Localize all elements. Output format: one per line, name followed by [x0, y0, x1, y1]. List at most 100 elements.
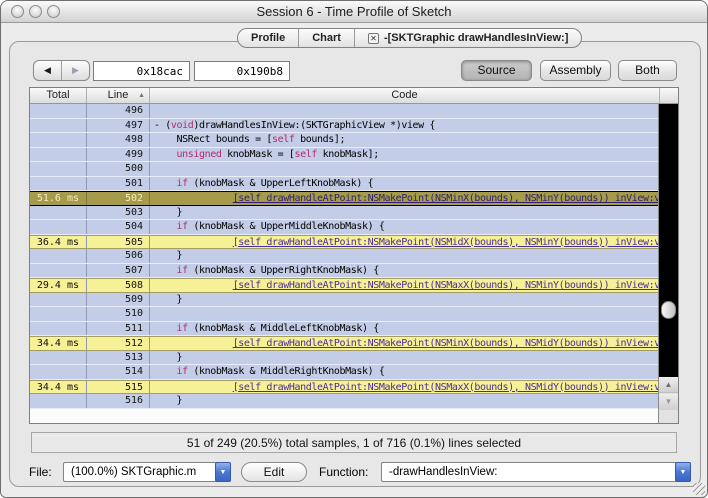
tab-browser-active[interactable]: ✕ -[SKTGraphic drawHandlesInView:] [355, 29, 581, 47]
address-field-2[interactable] [194, 61, 290, 81]
table-row[interactable]: 501 if (knobMask & UpperLeftKnobMask) { [30, 177, 660, 192]
cell-line-number: 496 [87, 104, 150, 118]
cell-total-time [30, 351, 87, 365]
function-popup-value: -drawHandlesInView: [389, 466, 497, 478]
table-row[interactable]: 513 } [30, 351, 660, 366]
cell-total-time [30, 307, 87, 321]
code-keyword: if [176, 323, 187, 334]
forward-arrow-icon: ▶ [72, 65, 79, 75]
cell-line-number: 515 [87, 381, 150, 394]
cell-line-number: 516 [87, 394, 150, 408]
table-row[interactable]: 510 [30, 307, 660, 322]
code-keyword: unsigned [176, 149, 221, 160]
table-row[interactable]: 496 [30, 104, 660, 119]
cell-code: unsigned knobMask = [self knobMask]; [150, 148, 660, 162]
tab-browser-label: -[SKTGraphic drawHandlesInView:] [384, 29, 568, 47]
popup-arrow-icon: ▼ [675, 462, 691, 482]
code-keyword: self [272, 134, 294, 145]
back-button[interactable]: ◀ [34, 61, 62, 80]
tab-close-icon[interactable]: ✕ [368, 33, 379, 44]
code-text: bounds]; [295, 134, 346, 145]
code-text [154, 280, 233, 291]
tab-profile[interactable]: Profile [238, 29, 299, 47]
table-row[interactable]: 500 [30, 162, 660, 177]
table-row[interactable]: 498 NSRect bounds = [self bounds]; [30, 133, 660, 148]
column-header-total[interactable]: Total [30, 88, 87, 103]
cell-code: } [150, 206, 660, 220]
cell-code: if (knobMask & UpperRightKnobMask) { [150, 264, 660, 278]
table-row[interactable]: 506 } [30, 249, 660, 264]
table-row[interactable]: 511 if (knobMask & MiddleLeftKnobMask) { [30, 322, 660, 337]
profile-table: Total Line ▲ Code 496497- (void)drawHand… [29, 87, 679, 424]
code-text: } [154, 250, 182, 261]
code-link[interactable]: [self drawHandleAtPoint:NSMakePoint(NSMi… [233, 193, 660, 204]
edit-button[interactable]: Edit [241, 462, 307, 482]
table-row[interactable]: 507 if (knobMask & UpperRightKnobMask) { [30, 264, 660, 279]
scrollbar-thumb[interactable] [661, 301, 676, 319]
cell-code: NSRect bounds = [self bounds]; [150, 133, 660, 147]
function-popup[interactable]: -drawHandlesInView: ▼ [381, 462, 691, 482]
table-row[interactable]: 51.6 ms502 [self drawHandleAtPoint:NSMak… [30, 191, 660, 206]
table-row[interactable]: 503 } [30, 206, 660, 221]
cell-total-time [30, 322, 87, 336]
cell-line-number: 502 [87, 192, 150, 205]
both-button[interactable]: Both [618, 60, 677, 81]
code-link[interactable]: [self drawHandleAtPoint:NSMakePoint(NSMa… [233, 280, 660, 291]
code-text: )drawHandlesInView:(SKTGraphicView *)vie… [193, 120, 435, 131]
cell-total-time [30, 249, 87, 263]
status-bar: 51 of 249 (20.5%) total samples, 1 of 71… [31, 432, 677, 453]
table-row[interactable]: 499 unsigned knobMask = [self knobMask]; [30, 148, 660, 163]
file-popup[interactable]: (100.0%) SKTGraphic.m ▼ [63, 462, 231, 482]
code-text [154, 178, 176, 189]
cell-total-time [30, 162, 87, 176]
table-row[interactable]: 36.4 ms505 [self drawHandleAtPoint:NSMak… [30, 235, 660, 250]
scroll-up-button[interactable]: ▲ [659, 377, 678, 393]
column-header-code[interactable]: Code [150, 88, 660, 103]
code-text [154, 382, 233, 393]
address-field-1[interactable] [93, 61, 190, 81]
cell-line-number: 510 [87, 307, 150, 321]
code-link[interactable]: [self drawHandleAtPoint:NSMakePoint(NSMi… [233, 338, 660, 349]
table-row[interactable]: 504 if (knobMask & UpperMiddleKnobMask) … [30, 220, 660, 235]
tab-chart[interactable]: Chart [299, 29, 355, 47]
table-row[interactable]: 29.4 ms508 [self drawHandleAtPoint:NSMak… [30, 278, 660, 293]
popup-arrow-icon: ▼ [215, 462, 231, 482]
code-link[interactable]: [self drawHandleAtPoint:NSMakePoint(NSMa… [233, 382, 660, 393]
cell-line-number: 498 [87, 133, 150, 147]
code-text: (knobMask & UpperLeftKnobMask) { [188, 178, 373, 189]
table-row[interactable]: 497- (void)drawHandlesInView:(SKTGraphic… [30, 119, 660, 134]
code-keyword: if [176, 221, 187, 232]
resize-grip-icon[interactable] [693, 483, 705, 495]
forward-button[interactable]: ▶ [62, 61, 89, 80]
cell-code: [self drawHandleAtPoint:NSMakePoint(NSMi… [150, 236, 660, 249]
code-keyword: if [176, 366, 187, 377]
table-header: Total Line ▲ Code [30, 88, 678, 104]
cell-total-time [30, 365, 87, 379]
cell-code: if (knobMask & UpperLeftKnobMask) { [150, 177, 660, 191]
table-row[interactable]: 514 if (knobMask & MiddleRightKnobMask) … [30, 365, 660, 380]
table-empty-area [30, 409, 660, 425]
scroll-down-button[interactable]: ▼ [659, 394, 678, 410]
cell-line-number: 513 [87, 351, 150, 365]
code-text: } [154, 294, 182, 305]
scroll-down-icon: ▼ [665, 397, 673, 406]
session-tabstrip: Profile Chart ✕ -[SKTGraphic drawHandles… [237, 28, 582, 48]
cell-line-number: 508 [87, 279, 150, 292]
function-label: Function: [319, 462, 368, 482]
code-keyword: if [176, 265, 187, 276]
cell-code [150, 162, 660, 176]
code-link[interactable]: [self drawHandleAtPoint:NSMakePoint(NSMi… [233, 237, 660, 248]
cell-code: if (knobMask & UpperMiddleKnobMask) { [150, 220, 660, 234]
assembly-button[interactable]: Assembly [540, 60, 611, 81]
cell-total-time: 34.4 ms [30, 381, 87, 394]
table-row[interactable]: 34.4 ms512 [self drawHandleAtPoint:NSMak… [30, 336, 660, 351]
table-row[interactable]: 34.4 ms515 [self drawHandleAtPoint:NSMak… [30, 380, 660, 395]
scrollbar-track[interactable] [659, 104, 678, 377]
cell-code: } [150, 351, 660, 365]
table-row[interactable]: 516 } [30, 394, 660, 409]
table-row[interactable]: 509 } [30, 293, 660, 308]
source-button[interactable]: Source [461, 60, 532, 81]
code-text: - ( [154, 120, 171, 131]
column-header-line[interactable]: Line ▲ [87, 88, 150, 103]
cell-line-number: 514 [87, 365, 150, 379]
